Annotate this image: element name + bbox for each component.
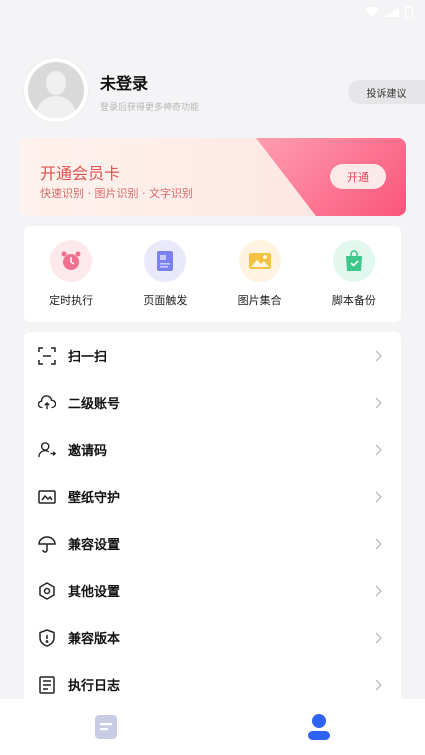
chevron-right-icon <box>375 397 382 408</box>
quick-action-images[interactable]: 图片集合 <box>213 226 307 322</box>
menu-item-label: 兼容版本 <box>68 632 121 647</box>
profile-tab-icon <box>307 714 330 740</box>
menu-item-compat-settings[interactable]: 兼容设置 <box>24 520 401 567</box>
quick-action-timer[interactable]: 定时执行 <box>24 226 118 322</box>
menu-item-label: 执行日志 <box>68 679 121 694</box>
chevron-right-icon <box>375 632 382 643</box>
status-bar <box>0 0 425 24</box>
nav-tab-scripts[interactable] <box>0 699 213 755</box>
chevron-right-icon <box>375 679 382 690</box>
quick-action-label: 定时执行 <box>49 294 94 307</box>
quick-action-backup[interactable]: 脚本备份 <box>307 226 401 322</box>
alarm-clock-icon <box>50 240 93 282</box>
profile-subtitle: 登录后获得更多神奇功能 <box>100 103 200 113</box>
menu-item-wallpaper-guard[interactable]: 壁纸守护 <box>24 473 401 520</box>
menu-item-label: 邀请码 <box>68 444 108 459</box>
chevron-right-icon <box>375 350 382 361</box>
profile-name[interactable]: 未登录 <box>100 70 148 94</box>
vip-open-button[interactable]: 开通 <box>330 164 386 189</box>
wifi-icon <box>365 7 379 17</box>
hexagon-settings-icon <box>38 581 56 600</box>
document-tab-icon <box>95 715 118 739</box>
feedback-button[interactable]: 投诉建议 <box>348 80 425 104</box>
quick-action-page[interactable]: 页面触发 <box>118 226 212 322</box>
chevron-right-icon <box>375 538 382 549</box>
vip-card[interactable]: 开通会员卡 快速识别 · 图片识别 · 文字识别 开通 <box>20 138 406 216</box>
menu-item-other-settings[interactable]: 其他设置 <box>24 567 401 614</box>
wallpaper-icon <box>38 488 56 506</box>
user-invite-icon <box>38 441 56 459</box>
settings-menu: 扫一扫 二级账号 邀请码 壁纸守护 兼容设置 其他设置 兼容版本 执行日志 <box>24 332 401 712</box>
log-icon <box>38 675 56 694</box>
nav-tab-profile[interactable] <box>213 699 425 755</box>
menu-item-compat-version[interactable]: 兼容版本 <box>24 614 401 661</box>
quick-action-label: 图片集合 <box>237 294 282 307</box>
shield-icon <box>38 628 56 647</box>
profile-header: 未登录 登录后获得更多神奇功能 投诉建议 <box>24 58 425 124</box>
avatar[interactable] <box>24 58 88 122</box>
menu-item-label: 其他设置 <box>68 585 121 600</box>
umbrella-icon <box>38 535 56 553</box>
backup-bag-icon <box>332 240 375 282</box>
menu-item-label: 壁纸守护 <box>68 491 121 506</box>
quick-actions: 定时执行 页面触发 图片集合 脚本备份 <box>24 226 401 322</box>
page-icon <box>144 240 187 282</box>
vip-subtitle: 快速识别 · 图片识别 · 文字识别 <box>40 187 193 200</box>
cloud-upload-icon <box>38 394 56 412</box>
signal-icon <box>385 7 399 17</box>
chevron-right-icon <box>375 491 382 502</box>
menu-item-invite-code[interactable]: 邀请码 <box>24 426 401 473</box>
scan-icon <box>38 346 56 365</box>
battery-icon <box>405 6 413 18</box>
chevron-right-icon <box>375 585 382 596</box>
menu-item-sub-account[interactable]: 二级账号 <box>24 379 401 426</box>
menu-item-label: 扫一扫 <box>68 350 108 365</box>
bottom-navigation <box>0 699 425 755</box>
menu-item-scan[interactable]: 扫一扫 <box>24 332 401 379</box>
menu-item-label: 兼容设置 <box>68 538 121 553</box>
quick-action-label: 脚本备份 <box>331 294 376 307</box>
chevron-right-icon <box>375 444 382 455</box>
vip-title: 开通会员卡 <box>40 164 121 183</box>
menu-item-label: 二级账号 <box>68 397 121 412</box>
image-icon <box>238 240 281 282</box>
quick-action-label: 页面触发 <box>143 294 188 307</box>
